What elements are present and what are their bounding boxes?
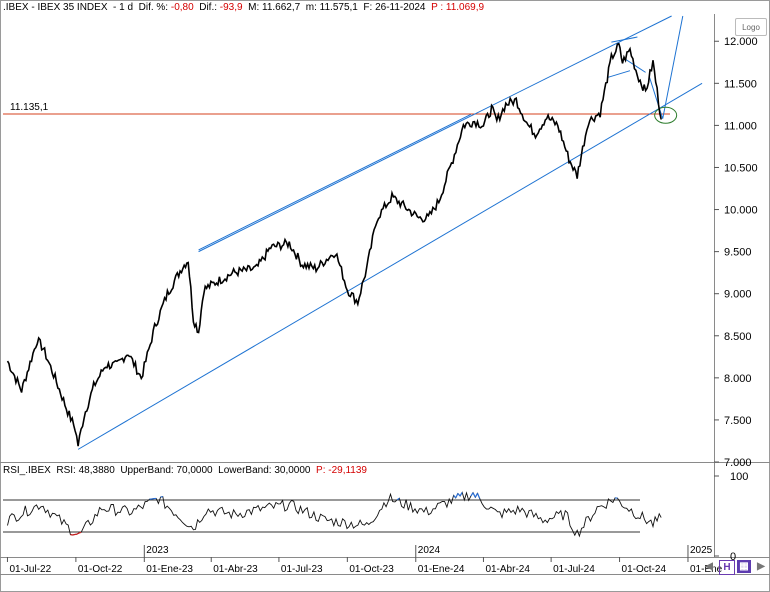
year-label: 2023 [146,545,169,556]
dif-pct-label: Dif. %: [138,2,169,13]
year-label: 2024 [418,545,441,556]
chart-settings-icon[interactable]: ▦ [737,560,751,573]
outer-frame [0,0,770,592]
x-tick-label: 01-Ene-23 [146,564,193,575]
y-tick-label: 8.500 [724,331,752,343]
x-tick-label: 01-Ene-24 [418,564,465,575]
y-tick-label: 7.500 [724,415,752,427]
price-label: P : 11.069,9 [431,2,485,13]
rsi-header: RSI_.IBEX RSI: 48,3880 UpperBand: 70,000… [3,465,367,476]
x-tick-label: 01-Abr-24 [485,564,530,575]
year-label: 2025 [690,545,713,556]
y-tick-label: 9.000 [724,289,752,301]
rsi-value: RSI: 48,3880 [56,465,115,476]
rsi-y-tick-label: 100 [730,471,748,483]
y-tick-label: 10.500 [724,162,758,174]
rsi-lower-band: LowerBand: 30,0000 [218,465,311,476]
y-tick-label: 11.000 [724,120,757,132]
scroll-left-icon[interactable]: ◀ [703,560,715,573]
h-zoom-icon[interactable]: H [719,560,735,575]
date-label: F: 26-11-2024 [363,2,426,13]
rsi-oversold-segment [76,532,80,535]
triangle-upper-line [611,36,638,43]
scroll-right-icon[interactable]: ▶ [755,560,767,573]
triangle-lower-line [607,70,631,78]
y-tick-label: 8.000 [724,373,752,385]
max-label: M: 11.662,7 [248,2,301,13]
dif-label: Dif.: [199,2,217,13]
rsi-name: RSI_.IBEX [3,465,51,476]
y-tick-label: 9.500 [724,247,752,259]
dif-value: -93,9 [219,2,243,13]
rsi-series-line [7,491,662,538]
x-tick-label: 01-Jul-23 [281,564,323,575]
y-tick-label: 11.500 [724,78,757,90]
rsi-oversold-segment [78,531,82,534]
logo-button[interactable]: Logo [735,18,767,36]
target-ellipse [654,106,678,124]
x-tick-label: 01-Oct-22 [78,564,123,575]
chart-canvas: 7.000 7.500 8.000 8.500 9.000 9.500 10.000 10.5… [0,0,770,592]
rsi-overbought-segment [476,493,481,499]
rsi-overbought-segment [455,493,459,499]
channel-lower-line [77,82,703,450]
y-tick-label: 12.000 [724,36,758,48]
y-tick-label: 7.000 [724,457,752,469]
x-tick-label: 01-Jul-24 [553,564,595,575]
channel-upper-line [198,15,672,253]
x-tick-label: 01-Jul-22 [9,564,51,575]
min-label: m: 11.575,1 [305,2,358,13]
rsi-overbought-segment [472,492,476,498]
x-tick-label: 01-Abr-23 [213,564,258,575]
x-tick-label: 01-Oct-23 [349,564,394,575]
y-tick-label: 10.000 [724,205,758,217]
support-label: 11.135,1 [10,102,49,113]
price-series-line [6,42,662,447]
rsi-overbought-segment [459,492,463,497]
channel-touch-line [198,114,472,251]
dif-pct-value: -0,80 [170,2,194,13]
symbol-label: .IBEX - IBEX 35 INDEX [3,2,108,13]
rsi-upper-band: UpperBand: 70,0000 [120,465,213,476]
period-label: 1 d [119,2,134,13]
chart-header: .IBEX - IBEX 35 INDEX - 1 d Dif. %: -0,8… [3,2,485,13]
rsi-p-value: P: -29,1139 [316,465,367,476]
x-tick-label: 01-Oct-24 [622,564,667,575]
